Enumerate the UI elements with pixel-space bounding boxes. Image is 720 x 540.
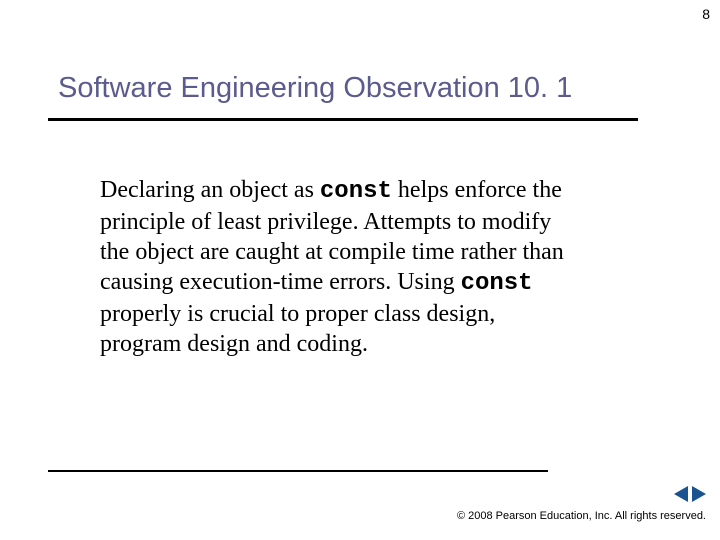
body-paragraph: Declaring an object as const helps enfor…: [100, 175, 570, 359]
slide-title: Software Engineering Observation 10. 1: [58, 72, 572, 105]
title-underline: [48, 118, 638, 121]
nav-arrows: [674, 486, 706, 502]
next-arrow-icon[interactable]: [692, 486, 706, 502]
body-seg1: Declaring an object as: [100, 177, 320, 203]
const-keyword-2: const: [461, 270, 533, 297]
prev-arrow-icon[interactable]: [674, 486, 688, 502]
page-number: 8: [702, 6, 710, 22]
const-keyword-1: const: [320, 178, 392, 205]
copyright-footer: © 2008 Pearson Education, Inc. All right…: [457, 510, 706, 522]
body-seg3: properly is crucial to proper class desi…: [100, 301, 495, 357]
lower-divider: [48, 470, 548, 472]
